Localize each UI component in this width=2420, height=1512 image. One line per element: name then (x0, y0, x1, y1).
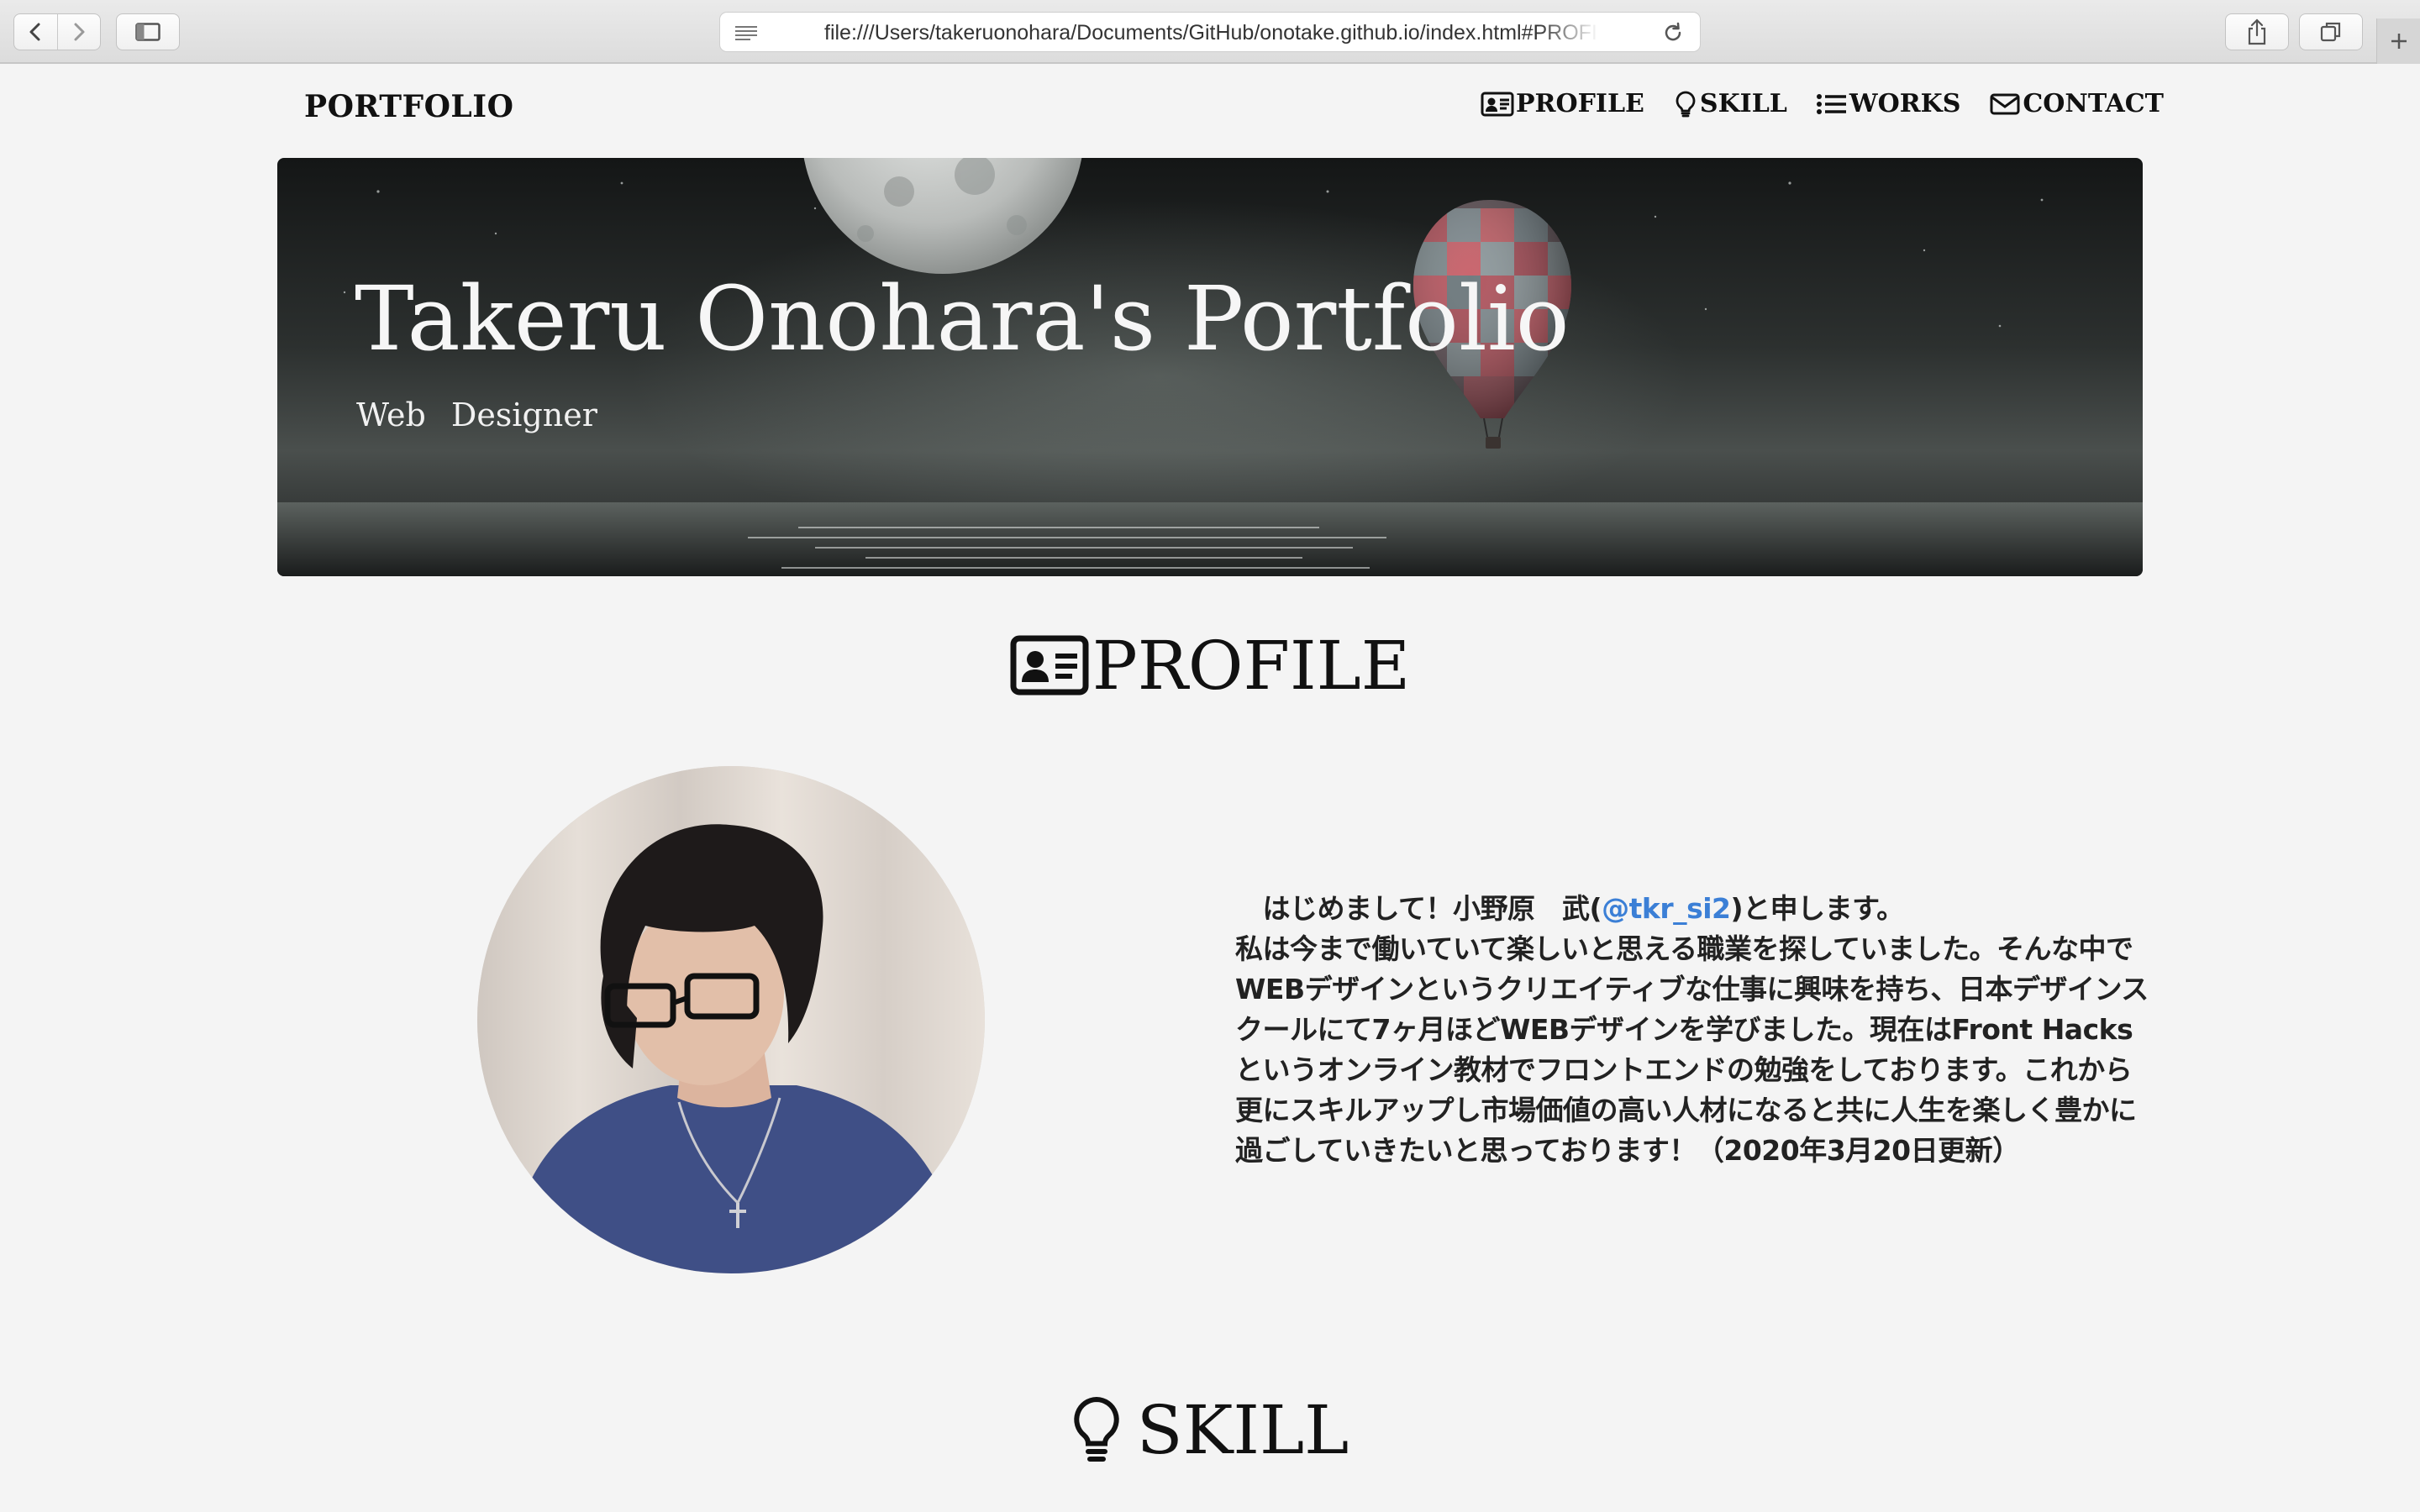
main-nav: PROFILE SKILL WORKS CONTACT (1481, 89, 2164, 118)
tab-overview-button[interactable] (2299, 13, 2363, 50)
hero-subtitle: Web Designer (356, 396, 597, 433)
twitter-link[interactable]: @tkr_si2 (1602, 892, 1731, 925)
profile-heading: PROFILE (0, 623, 2420, 707)
profile-line: 私は今まで働いていて楽しいと思える職業を探していました。そんな中で (1235, 932, 2133, 965)
id-card-icon (1481, 92, 1514, 116)
skill-heading: SKILL (0, 1388, 2420, 1472)
profile-line: 更にスキルアップし市場価値の高い人材になると共に人生を楽しく豊かに (1235, 1094, 2137, 1126)
address-bar[interactable]: file:///Users/takeruonohara/Documents/Gi… (719, 12, 1701, 52)
profile-line: クールにて7ヶ月ほどWEBデザインを学びました。現在はFront Hacks (1235, 1013, 2133, 1046)
profile-intro-line: はじめまして！小野原 武(@tkr_si2)と申します。 (1235, 889, 2134, 929)
reload-icon[interactable] (1661, 21, 1685, 45)
hero-banner: Takeru Onohara's Portfolio Web Designer (277, 158, 2143, 576)
profile-line: というオンライン教材でフロントエンドの勉強をしております。これから (1235, 1053, 2133, 1086)
intro-prefix: はじめまして！小野原 武( (1235, 892, 1602, 925)
envelope-icon (1990, 93, 2020, 114)
back-button[interactable] (14, 14, 57, 50)
nav-item-contact[interactable]: CONTACT (1989, 89, 2164, 118)
list-icon (1816, 93, 1846, 114)
share-button[interactable] (2225, 13, 2289, 50)
nav-item-skill[interactable]: SKILL (1673, 89, 1787, 118)
nav-label-contact: CONTACT (2023, 89, 2164, 118)
share-icon (2248, 18, 2266, 45)
nav-item-works[interactable]: WORKS (1816, 89, 1961, 118)
brand-logo[interactable]: PORTFOLIO (304, 89, 513, 124)
nav-label-works: WORKS (1849, 89, 1961, 118)
chevron-right-icon (74, 23, 85, 41)
forward-button[interactable] (56, 14, 100, 50)
profile-description: はじめまして！小野原 武(@tkr_si2)と申します。 私は今まで働いていて楽… (1235, 889, 2149, 1171)
intro-suffix: )と申します。 (1730, 892, 1905, 925)
nav-item-profile[interactable]: PROFILE (1481, 89, 1644, 118)
plus-icon (2391, 34, 2407, 49)
lightbulb-icon (1676, 91, 1696, 117)
tabs-icon (2320, 22, 2341, 42)
nav-label-skill: SKILL (1699, 89, 1787, 118)
url-text[interactable]: file:///Users/takeruonohara/Documents/Gi… (824, 21, 1599, 45)
profile-photo-image (477, 766, 985, 1273)
profile-heading-text: PROFILE (1092, 626, 1411, 705)
lightbulb-icon (1074, 1396, 1119, 1462)
profile-line: 過ごしていきたいと思っております！（2020年3月20日更新） (1235, 1134, 2020, 1167)
chevron-left-icon (29, 23, 40, 41)
moon (803, 158, 1082, 274)
skill-heading-text: SKILL (1136, 1390, 1349, 1469)
sidebar-icon (135, 23, 160, 41)
nav-label-profile: PROFILE (1516, 89, 1644, 118)
new-tab-button[interactable] (2376, 18, 2420, 64)
history-navigation (13, 13, 101, 50)
profile-line: WEBデザインというクリエイティブな仕事に興味を持ち、日本デザインス (1235, 973, 2149, 1005)
sidebar-toggle-button[interactable] (116, 13, 180, 50)
hero-title: Takeru Onohara's Portfolio (355, 267, 1570, 370)
browser-toolbar: file:///Users/takeruonohara/Documents/Gi… (0, 0, 2420, 64)
profile-photo (477, 766, 985, 1273)
reader-icon[interactable] (734, 24, 759, 41)
site-header: PORTFOLIO PROFILE SKILL WORKS CONTACT (0, 64, 2420, 156)
id-card-icon (1010, 635, 1089, 696)
